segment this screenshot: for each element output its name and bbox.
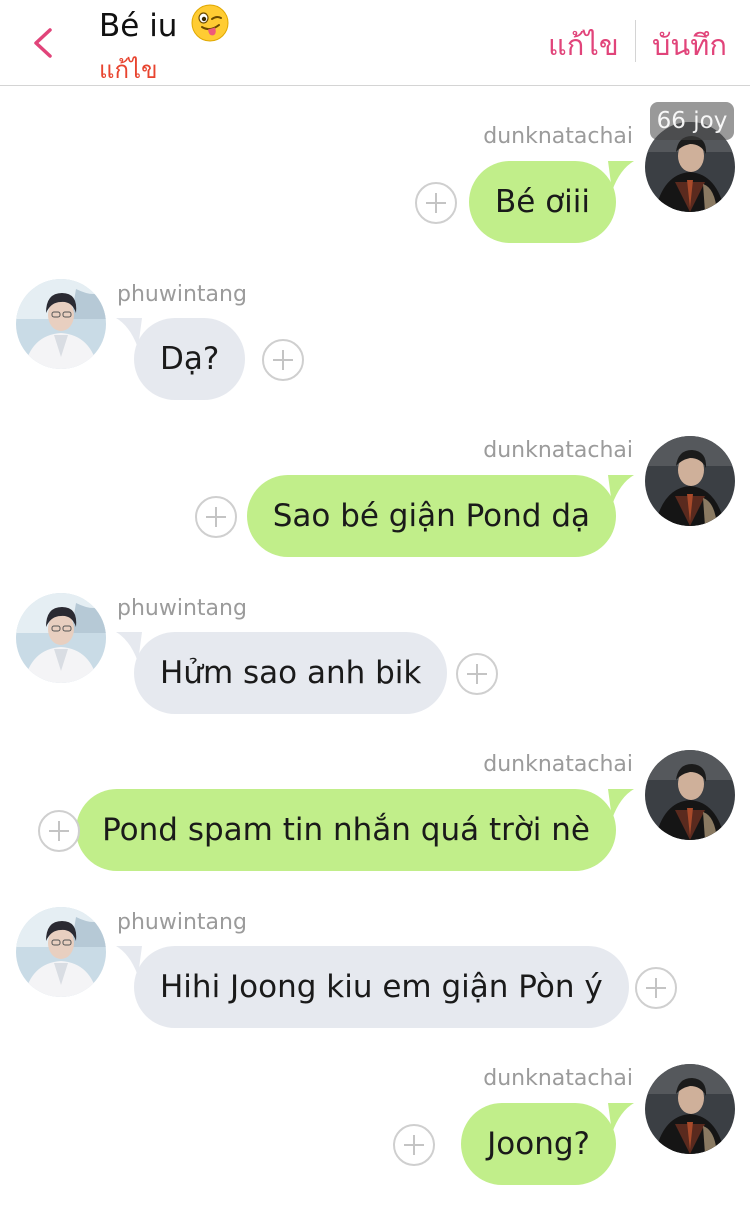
save-button[interactable]: บันทึก: [652, 22, 727, 68]
sender-name: dunknatachai: [483, 124, 633, 149]
avatar[interactable]: [645, 750, 735, 840]
header-divider: [635, 20, 636, 62]
bubble-tail: [608, 475, 634, 505]
bubble-tail: [608, 161, 634, 191]
avatar[interactable]: [16, 279, 106, 369]
sender-name: phuwintang: [117, 282, 247, 307]
bubble-tail: [116, 632, 142, 662]
sender-name: phuwintang: [117, 910, 247, 935]
avatar[interactable]: [16, 907, 106, 997]
add-reaction-button[interactable]: [195, 496, 237, 538]
sender-name: dunknatachai: [483, 438, 633, 463]
add-reaction-button[interactable]: [456, 653, 498, 695]
avatar[interactable]: [645, 1064, 735, 1154]
message-bubble-sent[interactable]: Bé ơiii: [469, 161, 634, 243]
message-text: Sao bé giận Pond dạ: [272, 498, 590, 534]
message-text: Pond spam tin nhắn quá trời nè: [102, 812, 590, 848]
message-bubble-received[interactable]: Dạ?: [116, 318, 246, 400]
bubble-tail: [116, 318, 142, 348]
bubble-tail: [608, 1103, 634, 1133]
edit-button[interactable]: แก้ไข: [548, 22, 619, 68]
message-bubble-received[interactable]: Hihi Joong kiu em giận Pòn ý: [116, 946, 629, 1028]
add-reaction-button[interactable]: [262, 339, 304, 381]
sender-name: phuwintang: [117, 596, 247, 621]
chevron-left-icon[interactable]: [28, 26, 58, 60]
message-bubble-sent[interactable]: Joong?: [461, 1103, 634, 1185]
winking-tongue-emoji-icon: [191, 4, 229, 42]
message-text: Hihi Joong kiu em giận Pòn ý: [160, 969, 603, 1005]
avatar[interactable]: [645, 436, 735, 526]
bubble-tail: [608, 789, 634, 819]
add-reaction-button[interactable]: [38, 810, 80, 852]
message-text: Bé ơiii: [495, 184, 590, 220]
message-bubble-sent[interactable]: Sao bé giận Pond dạ: [246, 475, 634, 557]
message-bubble-received[interactable]: Hửm sao anh bik: [116, 632, 448, 714]
bubble-tail: [116, 946, 142, 976]
joy-badge: 66 joy: [650, 102, 734, 140]
chat-title-text: Bé iu: [99, 8, 178, 44]
sender-name: dunknatachai: [483, 752, 633, 777]
chat-subtitle-edit[interactable]: แก้ไข: [99, 50, 157, 89]
avatar[interactable]: [16, 593, 106, 683]
message-text: Joong?: [487, 1126, 590, 1162]
add-reaction-button[interactable]: [393, 1124, 435, 1166]
chat-header: Bé iu แก้ไข แก้ไข บันทึก: [0, 0, 750, 86]
message-bubble-sent[interactable]: Pond spam tin nhắn quá trời nè: [76, 789, 634, 871]
message-text: Dạ?: [160, 341, 220, 377]
chat-title: Bé iu: [99, 4, 229, 44]
add-reaction-button[interactable]: [635, 967, 677, 1009]
sender-name: dunknatachai: [483, 1066, 633, 1091]
message-text: Hửm sao anh bik: [160, 655, 422, 691]
add-reaction-button[interactable]: [415, 182, 457, 224]
